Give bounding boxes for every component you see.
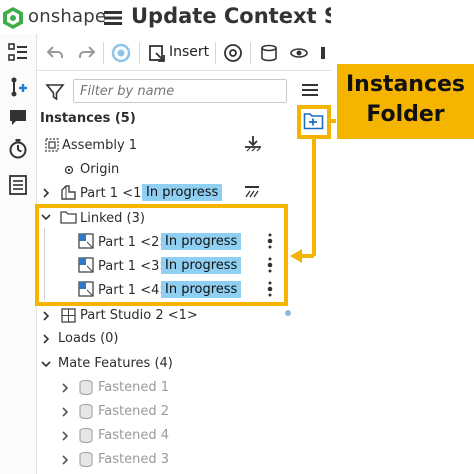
chevron-down-icon[interactable] <box>41 359 51 369</box>
sketch-icon[interactable] <box>223 43 243 63</box>
chevron-right-icon[interactable] <box>60 407 70 417</box>
bill-of-materials-icon[interactable] <box>7 174 29 196</box>
fastened-mate-label[interactable]: Fastened 1 <box>98 380 169 395</box>
fixed-icon[interactable] <box>244 185 260 199</box>
filter-icon[interactable] <box>45 82 65 102</box>
fastened-mate-label[interactable]: Fastened 2 <box>98 404 169 419</box>
menu-icon[interactable] <box>104 10 122 26</box>
redo-icon[interactable] <box>77 43 97 63</box>
chevron-right-icon[interactable] <box>41 311 51 321</box>
update-context-icon[interactable] <box>111 43 131 63</box>
history-icon[interactable] <box>7 138 29 160</box>
fastened-mate-icon <box>78 427 94 444</box>
fastened-mate-icon <box>78 403 94 420</box>
instances-header: Instances (5) <box>40 111 136 126</box>
fastened-mate-label[interactable]: Fastened 3 <box>98 452 169 467</box>
part-icon <box>60 184 77 201</box>
loads-label[interactable]: Loads (0) <box>58 331 119 346</box>
annotation-arrow <box>290 105 336 263</box>
onshape-logo-icon[interactable] <box>2 6 24 30</box>
annotation-line-1: Instances <box>345 72 466 97</box>
features-list-icon[interactable] <box>7 42 29 64</box>
annotation-line-2: Folder <box>366 102 445 127</box>
update-dot-icon <box>285 310 291 316</box>
fastened-mate-icon <box>78 451 94 468</box>
chevron-right-icon[interactable] <box>60 455 70 465</box>
brand-name: onshape <box>28 6 107 27</box>
status-badge[interactable]: In progress <box>142 184 223 201</box>
list-view-icon[interactable] <box>301 82 319 100</box>
part-studio-2-label[interactable]: Part Studio 2 <1> <box>80 308 198 323</box>
chevron-right-icon[interactable] <box>60 431 70 441</box>
assembly-label[interactable]: Assembly 1 <box>62 138 137 153</box>
ground-icon[interactable] <box>244 136 262 152</box>
fastened-mate-icon <box>78 379 94 396</box>
origin-icon <box>64 165 74 175</box>
chevron-right-icon[interactable] <box>41 188 51 198</box>
comments-icon[interactable] <box>7 106 29 128</box>
toolbar: Insert <box>37 36 332 71</box>
linked-folder-highlight <box>35 204 288 306</box>
chevron-right-icon[interactable] <box>41 334 51 344</box>
assembly-icon <box>44 137 60 153</box>
document-title[interactable]: Update Context Sample <box>131 4 331 28</box>
origin-label[interactable]: Origin <box>80 162 119 177</box>
chevron-right-icon[interactable] <box>60 383 70 393</box>
add-instance-icon[interactable] <box>7 76 29 98</box>
mate-features-label[interactable]: Mate Features (4) <box>58 356 173 371</box>
insert-button[interactable]: Insert <box>169 44 209 60</box>
sub-assembly-icon <box>60 307 77 324</box>
cylinder-mate-icon[interactable] <box>259 43 279 63</box>
undo-icon[interactable] <box>45 43 65 63</box>
revolute-mate-icon[interactable] <box>289 43 309 63</box>
annotation-callout: Instances Folder <box>337 64 474 139</box>
left-sidebar <box>0 34 37 474</box>
filter-by-name-input[interactable] <box>73 79 287 103</box>
insert-icon[interactable] <box>147 43 167 63</box>
more-tools-icon[interactable] <box>319 43 339 63</box>
fastened-mate-label[interactable]: Fastened 4 <box>98 428 169 443</box>
